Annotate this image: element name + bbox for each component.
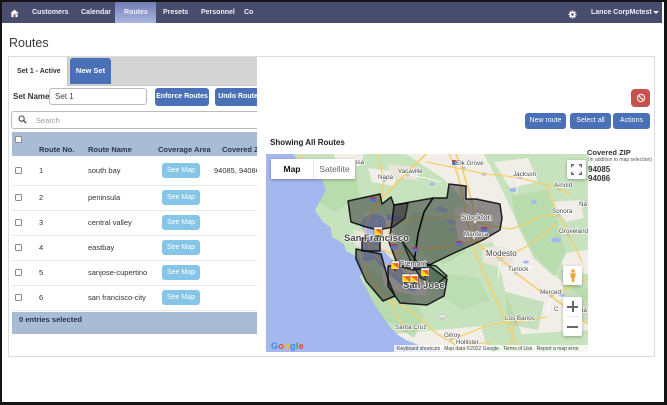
svg-text:101: 101: [439, 315, 444, 319]
svg-text:Gilroy: Gilroy: [444, 332, 461, 339]
svg-text:Groveland: Groveland: [559, 228, 588, 235]
svg-text:Los Banos: Los Banos: [505, 315, 535, 322]
svg-text:C: C: [554, 306, 559, 313]
svg-text:Santa Cruz: Santa Cruz: [395, 324, 427, 331]
svg-text:Arnold: Arnold: [554, 182, 573, 189]
svg-text:la: la: [582, 307, 587, 314]
svg-text:Sonora: Sonora: [552, 208, 573, 215]
svg-text:Napa: Napa: [378, 174, 394, 181]
svg-text:Jackson: Jackson: [513, 171, 537, 178]
svg-text:Modesto: Modesto: [486, 249, 517, 258]
svg-text:Vacaville: Vacaville: [398, 168, 423, 175]
svg-text:Merced: Merced: [540, 289, 561, 296]
svg-text:Elk Grove: Elk Grove: [456, 160, 484, 167]
svg-text:Fremont: Fremont: [400, 261, 426, 268]
svg-text:Stockton: Stockton: [461, 213, 492, 222]
svg-text:Manteca: Manteca: [464, 231, 489, 238]
svg-text:osa: osa: [354, 159, 365, 166]
svg-text:Na: Na: [579, 201, 588, 208]
svg-text:Turlock: Turlock: [508, 266, 529, 273]
